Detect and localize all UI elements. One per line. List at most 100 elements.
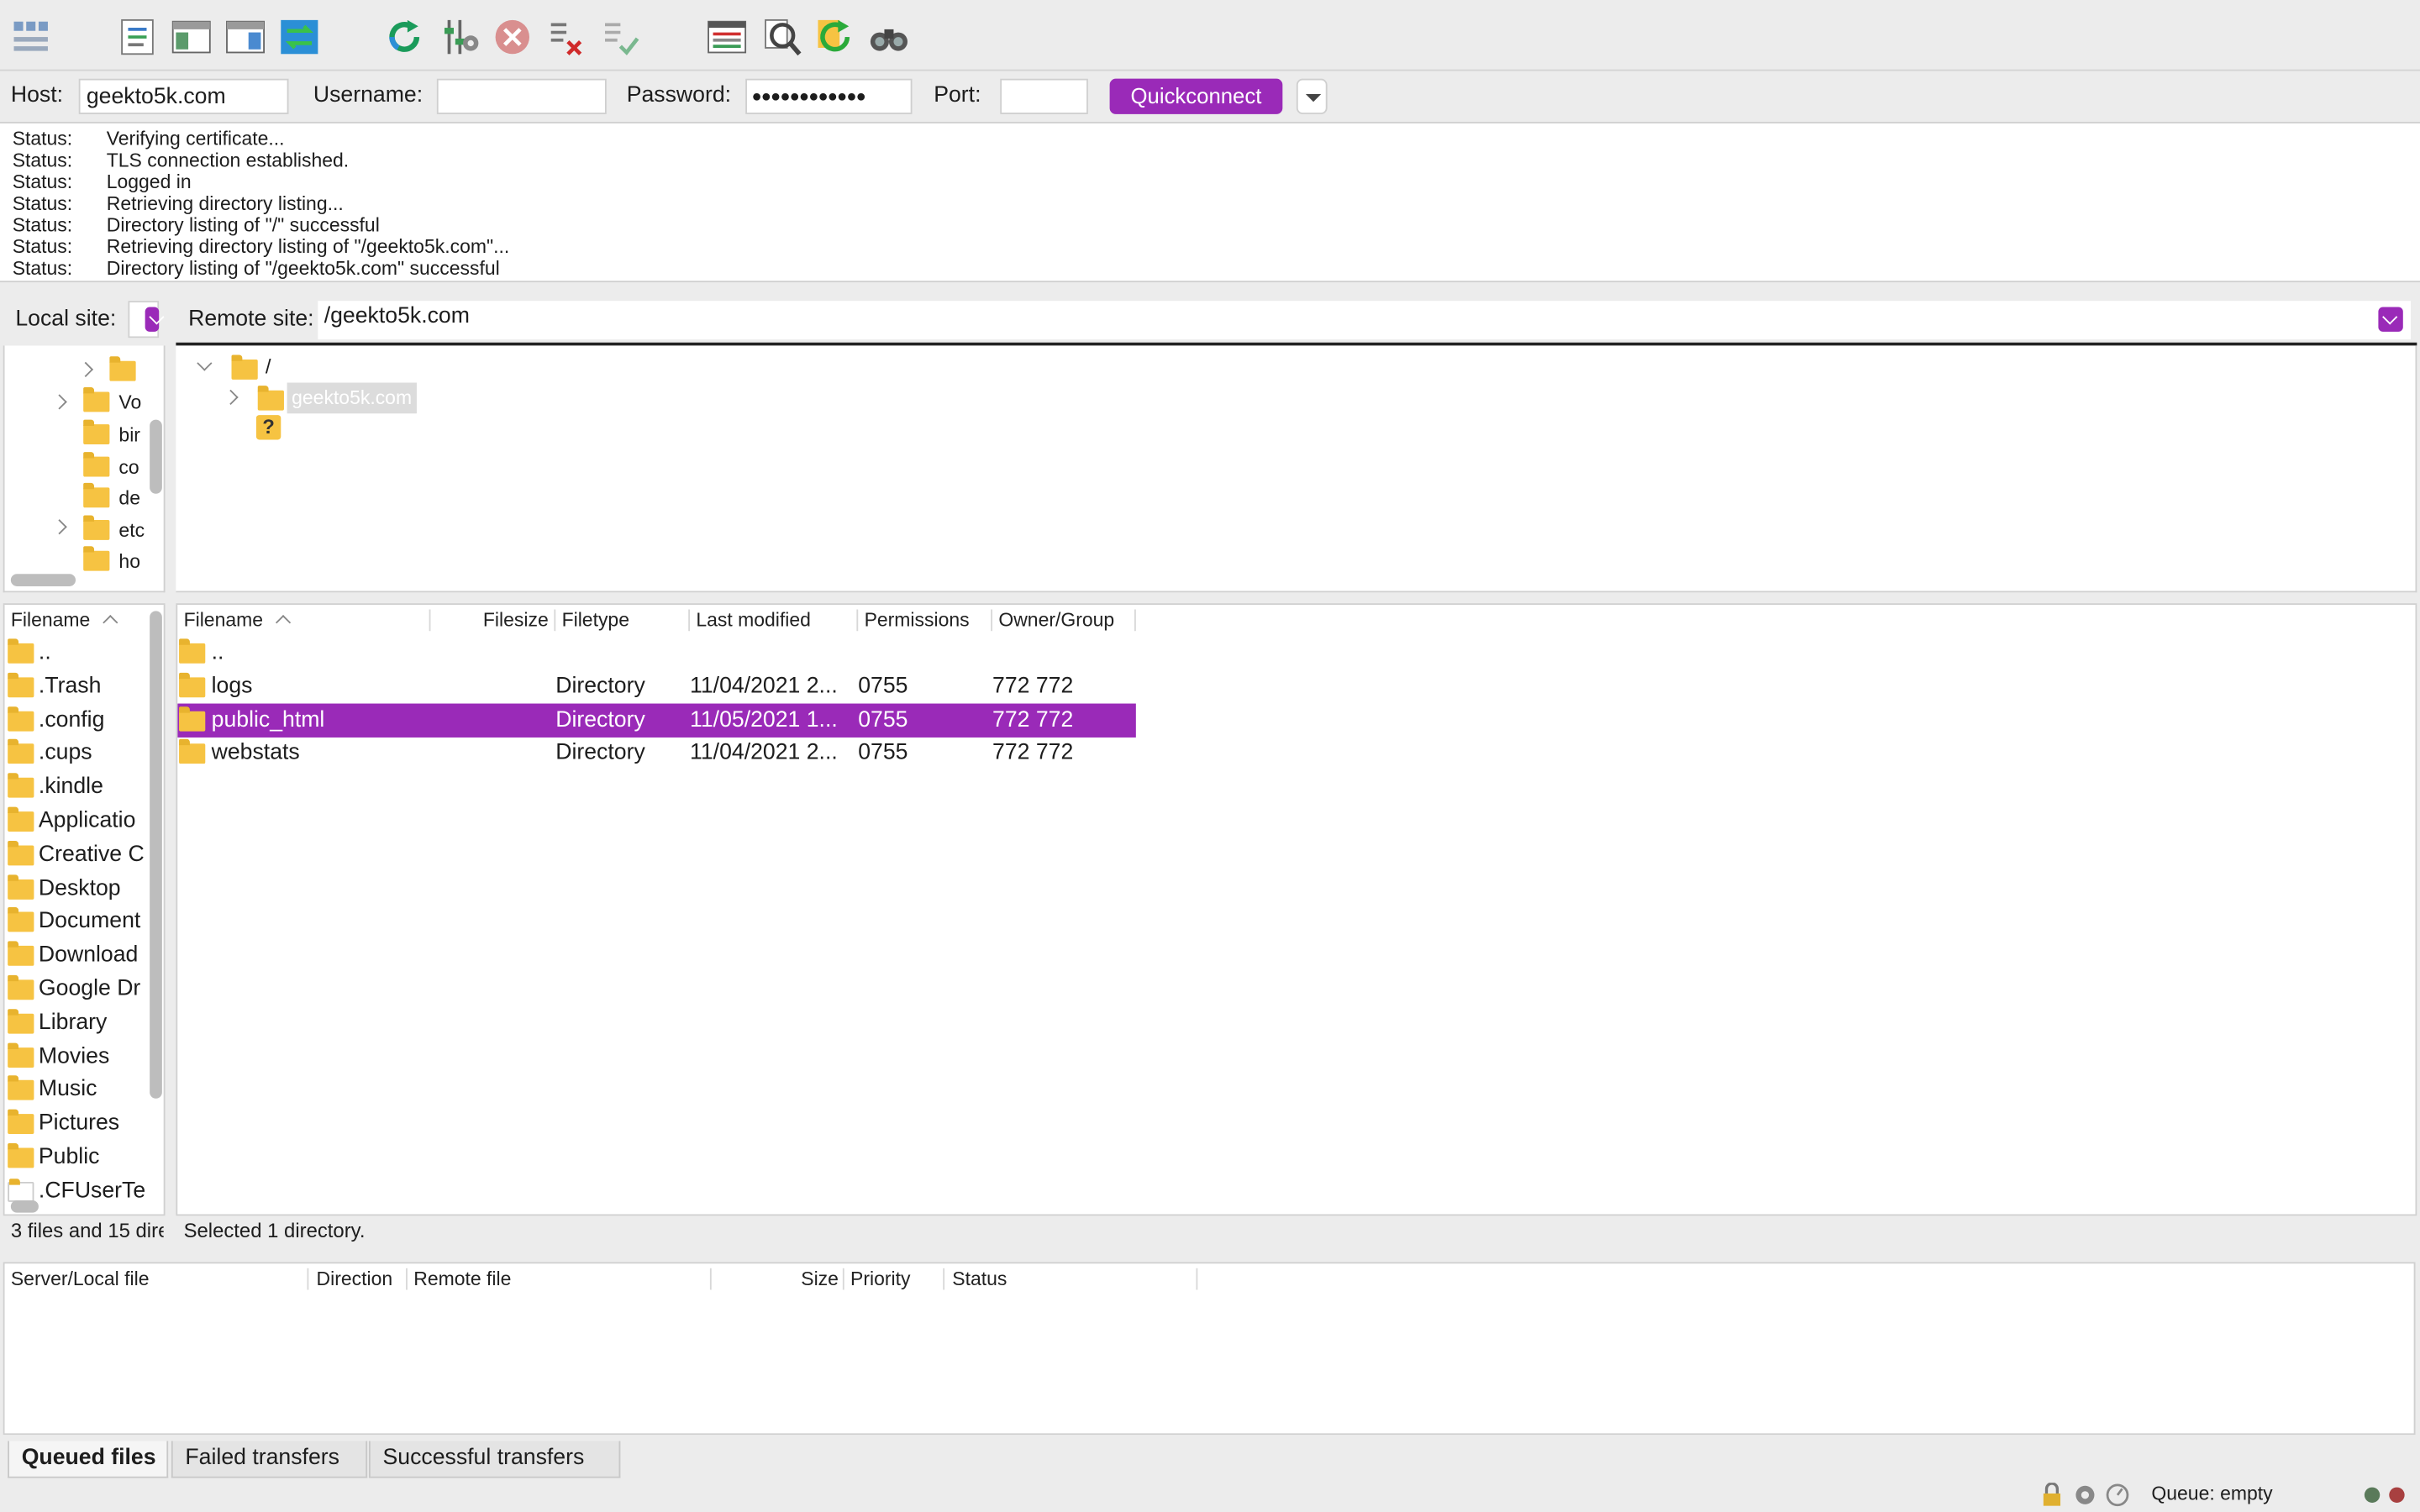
local-file-row[interactable]: .CFUserTe	[39, 1173, 147, 1207]
tab-successful-transfers[interactable]: Successful transfers	[368, 1441, 621, 1478]
column-separator[interactable]	[429, 609, 431, 632]
column-header-direction[interactable]: Direction	[317, 1263, 393, 1294]
local-file-row[interactable]: .kindle	[39, 770, 147, 804]
speed-limit-icon[interactable]	[2105, 1483, 2129, 1507]
process-queue-icon[interactable]	[439, 15, 481, 58]
lock-icon[interactable]	[2040, 1483, 2064, 1507]
tree-item[interactable]: ho	[118, 551, 140, 582]
local-directory-tree[interactable]: Vo bir co de etc ho	[3, 345, 166, 593]
column-separator[interactable]	[307, 1268, 309, 1290]
tab-failed-transfers[interactable]: Failed transfers	[171, 1441, 368, 1478]
remote-site-dropdown-button[interactable]	[2378, 307, 2403, 332]
remote-file-row[interactable]: ..	[177, 636, 1136, 669]
expand-chevron-icon[interactable]	[51, 394, 67, 410]
local-file-list[interactable]: Filename .. .Trash .config .cups .kindle Appl…	[3, 603, 166, 1216]
column-separator[interactable]	[1134, 609, 1136, 632]
username-input[interactable]	[436, 78, 607, 114]
tree-item[interactable]: bir	[118, 424, 140, 455]
folder-icon	[83, 452, 110, 477]
column-header-server-local-file[interactable]: Server/Local file	[11, 1263, 150, 1294]
column-separator[interactable]	[709, 1268, 712, 1290]
tree-item[interactable]: de	[118, 487, 140, 518]
horizontal-scrollbar[interactable]	[10, 1200, 39, 1213]
sync-browsing-icon[interactable]	[813, 15, 856, 58]
local-file-row[interactable]: ..	[39, 636, 147, 669]
cell-filename: logs	[211, 674, 253, 699]
local-file-row[interactable]: Document	[39, 905, 147, 938]
local-file-row[interactable]: Applicatio	[39, 804, 147, 837]
remote-site-combo[interactable]: /geekto5k.com	[318, 301, 2411, 340]
tree-item[interactable]: co	[118, 457, 139, 488]
column-header-remote-file[interactable]: Remote file	[413, 1263, 511, 1294]
refresh-icon[interactable]	[383, 15, 426, 58]
site-manager-icon[interactable]	[9, 15, 52, 58]
column-separator[interactable]	[1196, 1268, 1198, 1290]
search-icon[interactable]	[867, 15, 910, 58]
local-file-row[interactable]: Download	[39, 938, 147, 972]
port-input[interactable]	[1000, 78, 1088, 114]
column-header-filesize[interactable]: Filesize	[483, 605, 549, 636]
directory-comparison-icon[interactable]	[705, 15, 748, 58]
tree-item-root[interactable]: /	[266, 354, 271, 386]
collapse-chevron-icon[interactable]	[197, 355, 213, 371]
quickconnect-history-dropdown[interactable]	[1296, 78, 1328, 114]
local-file-row[interactable]: Creative C	[39, 837, 147, 871]
tree-item[interactable]: etc	[118, 520, 145, 551]
local-file-row[interactable]: .Trash	[39, 669, 147, 703]
local-site-dropdown-button[interactable]	[145, 307, 160, 332]
column-separator[interactable]	[554, 609, 556, 632]
folder-icon	[83, 482, 110, 508]
settings-gear-icon[interactable]	[2073, 1483, 2097, 1507]
disconnect-icon[interactable]	[544, 15, 587, 58]
local-file-row[interactable]: Pictures	[39, 1106, 147, 1140]
transfer-queue[interactable]: Server/Local file Direction Remote file …	[3, 1262, 2416, 1436]
remote-file-list[interactable]: Filename Filesize Filetype Last modified…	[176, 603, 2417, 1216]
remote-file-row[interactable]: public_html Directory 11/05/2021 1... 0755 7…	[177, 702, 1136, 738]
column-header-permissions[interactable]: Permissions	[865, 605, 970, 636]
local-file-row[interactable]: Music	[39, 1073, 147, 1106]
local-file-row[interactable]: Google Dr	[39, 972, 147, 1005]
column-header-filetype[interactable]: Filetype	[562, 605, 629, 636]
column-separator[interactable]	[991, 609, 993, 632]
column-separator[interactable]	[688, 609, 691, 632]
toggle-remote-tree-icon[interactable]	[224, 15, 266, 58]
toggle-log-icon[interactable]	[116, 15, 159, 58]
reconnect-icon[interactable]	[599, 15, 642, 58]
column-header-priority[interactable]: Priority	[850, 1263, 910, 1294]
local-file-row[interactable]: Movies	[39, 1039, 147, 1073]
column-header-owner-group[interactable]: Owner/Group	[998, 605, 1114, 636]
expand-chevron-icon[interactable]	[223, 389, 239, 406]
vertical-scrollbar[interactable]	[150, 419, 162, 494]
transfer-queue-icon[interactable]	[278, 15, 321, 58]
column-header-last-modified[interactable]: Last modified	[696, 605, 811, 636]
column-header-filename[interactable]: Filename	[184, 605, 263, 636]
local-file-row[interactable]: Library	[39, 1005, 147, 1039]
local-file-row[interactable]: Public	[39, 1140, 147, 1173]
toggle-local-tree-icon[interactable]	[170, 15, 213, 58]
filter-icon[interactable]	[761, 15, 804, 58]
expand-chevron-icon[interactable]	[51, 519, 67, 535]
remote-file-row[interactable]: logs Directory 11/04/2021 2... 0755 772 772	[177, 669, 1136, 703]
quickconnect-button[interactable]: Quickconnect	[1109, 78, 1283, 114]
remote-file-row[interactable]: webstats Directory 11/04/2021 2... 0755 772 …	[177, 737, 1136, 770]
tree-item[interactable]: Vo	[118, 392, 141, 423]
host-input[interactable]: geekto5k.com	[78, 78, 289, 114]
tree-item-site[interactable]: geekto5k.com	[287, 382, 417, 414]
local-file-row[interactable]: .config	[39, 703, 147, 737]
expand-chevron-icon[interactable]	[77, 361, 94, 377]
cancel-icon[interactable]	[491, 15, 534, 58]
column-header-size[interactable]: Size	[801, 1263, 839, 1294]
column-header-filename[interactable]: Filename	[11, 605, 90, 636]
column-separator[interactable]	[406, 1268, 408, 1290]
password-input[interactable]: ●●●●●●●●●●●●	[745, 78, 913, 114]
local-file-row[interactable]: .cups	[39, 737, 147, 770]
column-separator[interactable]	[842, 1268, 844, 1290]
vertical-scrollbar[interactable]	[150, 611, 162, 1099]
local-file-row[interactable]: Desktop	[39, 871, 147, 905]
column-separator[interactable]	[856, 609, 859, 632]
remote-directory-tree[interactable]: / geekto5k.com ?	[176, 345, 2417, 593]
column-header-status[interactable]: Status	[952, 1263, 1007, 1294]
tab-queued-files[interactable]: Queued files	[8, 1441, 169, 1478]
column-separator[interactable]	[943, 1268, 945, 1290]
horizontal-scrollbar[interactable]	[10, 574, 76, 586]
